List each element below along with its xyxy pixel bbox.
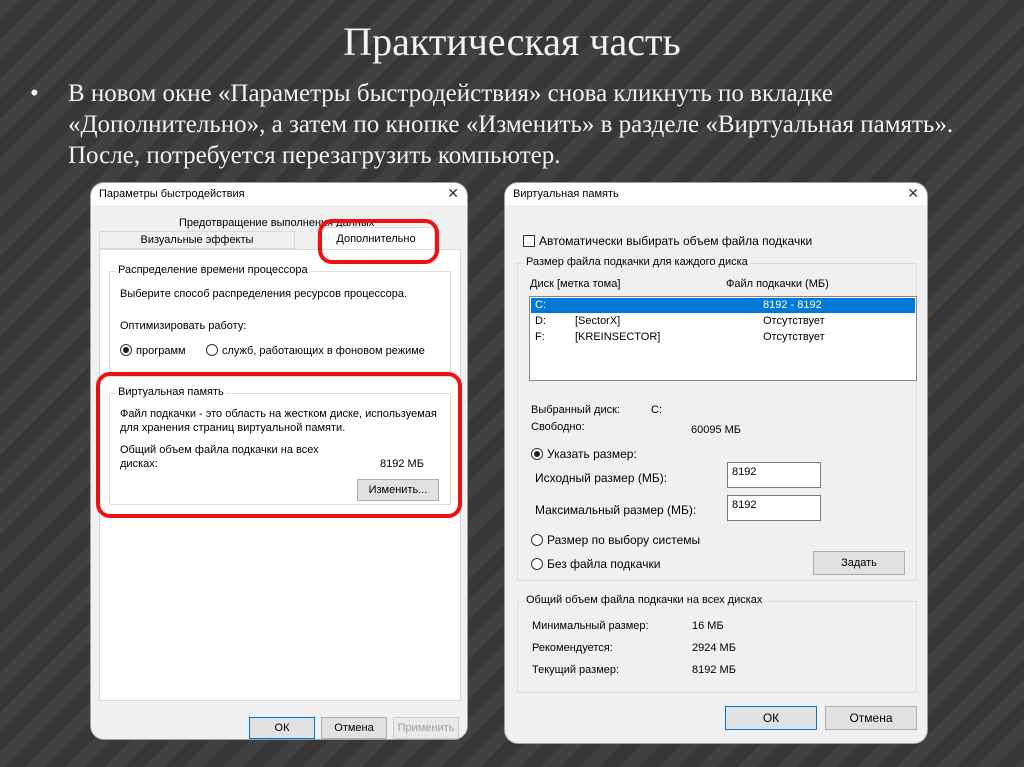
highlight-virtual-memory-group [96,372,462,518]
drive-list[interactable]: C: 8192 - 8192 D: [SectorX] Отсутствует … [529,296,917,381]
drive-size: Отсутствует [763,315,825,327]
totals-group-label: Общий объем файла подкачки на всех диска… [524,594,765,606]
auto-manage-checkbox[interactable]: Автоматически выбирать объем файла подка… [523,234,812,248]
initial-size-input[interactable]: 8192 [727,462,821,488]
max-size-label: Максимальный размер (МБ): [535,503,697,517]
bullet-marker: • [30,80,39,107]
cancel-button[interactable]: Отмена [321,717,387,739]
drive-size: 8192 - 8192 [763,299,822,311]
radio-system-managed[interactable]: Размер по выбору системы [531,533,700,547]
radio-services[interactable]: служб, работающих в фоновом режиме [206,344,425,357]
drive-size: Отсутствует [763,331,825,343]
column-drive-header: Диск [метка тома] [530,278,621,290]
radio-services-label: служб, работающих в фоновом режиме [222,345,425,357]
radio-programs[interactable]: программ [120,344,186,357]
set-button[interactable]: Задать [813,551,905,575]
title-bar: Параметры быстродействия ✕ [91,183,467,205]
auto-manage-label: Автоматически выбирать объем файла подка… [539,234,813,248]
drive-row[interactable]: D: [SectorX] Отсутствует [531,314,915,329]
per-drive-group-label: Размер файла подкачки для каждого диска [524,256,750,268]
selected-drive-value: C: [651,404,662,416]
radio-custom-size[interactable]: Указать размер: [531,447,637,461]
highlight-advanced-tab [318,219,439,264]
min-size-value: 16 МБ [692,620,724,632]
radio-programs-label: программ [136,345,186,357]
radio-no-paging-file[interactable]: Без файла подкачки [531,557,660,571]
cpu-scheduling-group: Распределение времени процессора Выберит… [109,264,451,377]
vm-window-title: Виртуальная память [513,188,619,200]
free-space-value: 60095 МБ [691,424,742,436]
current-size-label: Текущий размер: [532,664,620,676]
radio-custom-size-label: Указать размер: [547,447,637,461]
selected-drive-label: Выбранный диск: [531,404,620,416]
optimize-label: Оптимизировать работу: [120,320,247,332]
auto-manage-checkbox-box[interactable] [523,235,535,247]
bullet-text: В новом окне «Параметры быстродействия» … [68,80,954,169]
cpu-description: Выберите способ распределения ресурсов п… [120,288,408,300]
radio-system-managed-indicator[interactable] [531,534,543,546]
radio-custom-size-indicator[interactable] [531,448,543,460]
drive-row[interactable]: C: 8192 - 8192 [531,298,915,313]
recommended-value: 2924 МБ [692,642,736,654]
radio-system-managed-label: Размер по выбору системы [547,533,701,547]
drive-letter: D: [535,315,546,327]
ok-button[interactable]: ОК [249,717,315,739]
max-size-input[interactable]: 8192 [727,495,821,521]
vm-close-icon[interactable]: ✕ [907,185,919,202]
drive-label: [SectorX] [575,315,621,327]
vm-ok-button[interactable]: ОК [725,706,817,730]
drive-letter: F: [535,331,545,343]
apply-button[interactable]: Применить [393,717,459,739]
initial-size-label: Исходный размер (МБ): [535,471,668,485]
current-size-value: 8192 МБ [692,664,736,676]
tab-visual-label: Визуальные эффекты [140,234,254,246]
close-icon[interactable]: ✕ [447,185,459,202]
radio-no-paging-file-label: Без файла подкачки [547,557,661,571]
recommended-label: Рекомендуется: [532,642,613,654]
totals-group: Общий объем файла подкачки на всех диска… [517,594,917,693]
tab-visual-effects[interactable]: Визуальные эффекты [99,231,295,249]
vm-cancel-button[interactable]: Отмена [825,706,917,730]
drive-label: [KREINSECTOR] [575,331,661,343]
slide-bullet: • В новом окне «Параметры быстродействия… [30,78,990,171]
virtual-memory-window: Виртуальная память ✕ Автоматически выбир… [504,182,928,744]
min-size-label: Минимальный размер: [532,620,649,632]
radio-programs-indicator[interactable] [120,344,132,356]
vm-title-bar: Виртуальная память ✕ [505,183,927,205]
cpu-group-label: Распределение времени процессора [116,264,310,276]
drive-row[interactable]: F: [KREINSECTOR] Отсутствует [531,330,915,345]
column-size-header: Файл подкачки (МБ) [726,278,829,290]
slide-title: Практическая часть [343,19,681,64]
drive-letter: C: [535,299,546,311]
free-space-label: Свободно: [531,421,585,433]
window-title: Параметры быстродействия [99,188,245,200]
radio-services-indicator[interactable] [206,344,218,356]
radio-no-paging-file-indicator[interactable] [531,558,543,570]
